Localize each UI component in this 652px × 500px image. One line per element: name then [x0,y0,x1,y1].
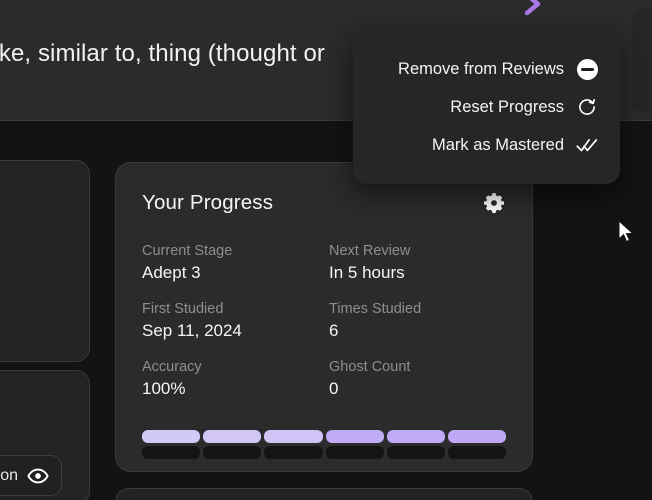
reveal-toggle-button[interactable]: on [0,455,62,496]
context-menu[interactable]: Remove from Reviews Reset Progress Mark … [353,28,620,184]
bottom-card [115,488,533,500]
stage-segment-fill [386,430,445,444]
stat-ghost-count: Ghost Count 0 [329,359,506,400]
stage-segment-fill [142,430,201,444]
stat-value: 0 [329,378,339,398]
menu-item-reset-progress[interactable]: Reset Progress [353,88,620,126]
page-title: like, similar to, thing (thought or [0,40,325,67]
menu-item-mark-as-mastered[interactable]: Mark as Mastered [353,126,620,164]
stage-segment-2 [203,430,262,460]
stage-segment-fill [203,430,262,444]
stage-segment-5 [386,430,445,460]
minus-circle-icon [576,58,598,80]
stage-segment-3 [264,430,323,460]
stat-label: Times Studied [329,300,422,317]
progress-card-title: Your Progress [142,191,274,214]
stage-segment-1 [142,430,201,460]
stat-label: Ghost Count [329,358,411,375]
stage-segment-fill [325,430,384,444]
stat-times-studied: Times Studied 6 [329,301,506,342]
stage-progress-bars [142,430,507,460]
eye-icon [27,468,49,484]
stat-label: Current Stage [142,243,233,259]
menu-item-label: Remove from Reviews [398,59,564,78]
stage-segment-track [142,446,201,460]
progress-card: Your Progress Current Stage Adept 3 Next… [115,162,533,472]
stage-segment-track [203,446,262,460]
stats-grid: Current Stage Adept 3 Next Review In 5 h… [142,243,506,399]
stat-value: In 5 hours [329,263,405,283]
stage-segment-fill [264,430,323,444]
stat-accuracy: Accuracy 100% [142,359,319,400]
progress-card-header: Your Progress [142,191,506,215]
menu-item-label: Mark as Mastered [431,135,564,154]
stat-next-review: Next Review In 5 hours [329,243,506,284]
stat-value: Adept 3 [142,263,201,283]
stage-segment-track [447,446,507,460]
mouse-cursor [618,219,636,246]
reveal-button-label: on [0,466,18,484]
stat-first-studied: First Studied Sep 11, 2024 [142,301,319,342]
stage-segment-track [386,446,445,460]
header-right-panel-edge [632,8,652,113]
stage-segment-track [325,446,384,460]
menu-item-remove-from-reviews[interactable]: Remove from Reviews [353,50,620,88]
left-side-card [0,160,90,362]
stat-label: First Studied [142,300,224,317]
stat-label: Accuracy [142,358,202,375]
stat-value: 100% [142,378,186,398]
stage-segment-fill [447,430,507,444]
double-check-icon [576,134,598,156]
refresh-cw-icon [576,96,598,118]
gear-icon[interactable] [482,191,506,215]
stage-segment-4 [325,430,384,460]
stat-current-stage: Current Stage Adept 3 [142,243,319,284]
chevron-right-icon[interactable] [513,0,553,24]
stage-segment-track [264,446,323,460]
stat-value: Sep 11, 2024 [142,321,242,341]
stage-segment-6 [447,430,507,460]
stat-value: 6 [329,321,339,341]
menu-item-label: Reset Progress [450,97,564,116]
stat-label: Next Review [329,243,411,259]
